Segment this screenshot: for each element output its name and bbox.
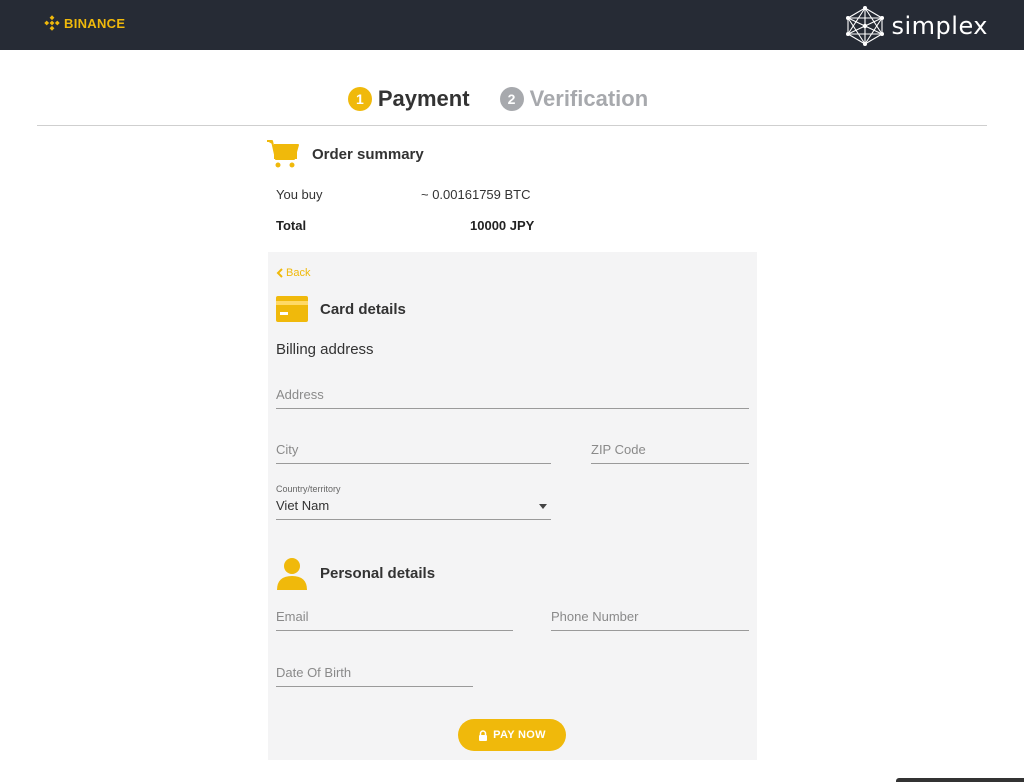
card-icon [276,296,308,322]
step-payment: 1 Payment [347,86,470,112]
phone-number-placeholder: Phone Number [551,609,639,624]
total-value: 10000 JPY [470,218,535,233]
dropdown-arrow-icon [539,504,547,509]
email-field[interactable]: Email [276,601,513,631]
you-buy-value: ~ 0.00161759 BTC [421,187,531,202]
country-label: Country/territory [276,484,341,494]
step-number: 2 [499,87,524,111]
card-details-title: Card details [320,300,406,318]
address-field[interactable]: Address [276,378,749,409]
chevron-left-icon [276,268,283,278]
billing-address-label: Billing address [276,341,374,358]
country-select[interactable]: Country/territory Viet Nam [276,484,551,520]
person-icon [277,558,307,590]
window-edge [896,778,1024,782]
total-label: Total [276,218,307,233]
you-buy-label: You buy [276,187,323,202]
pay-now-label: PAY NOW [493,729,546,741]
personal-details-header: Personal details [276,556,435,590]
payment-form-panel: Back Card details Billing address Addres… [268,252,757,760]
simplex-logo: simplex [844,6,989,46]
order-summary-header: Order summary [266,137,424,171]
step-number: 1 [347,87,372,111]
lock-icon [479,729,488,741]
phone-number-field[interactable]: Phone Number [551,601,749,631]
progress-steps: 1 Payment 2 Verification [0,86,1024,112]
step-label: Verification [529,86,649,111]
email-placeholder: Email [276,609,309,624]
binance-logo-icon [44,15,60,31]
pay-now-button[interactable]: PAY NOW [458,719,566,751]
date-of-birth-placeholder: Date Of Birth [276,665,352,680]
back-label: Back [286,267,311,279]
personal-details-title: Personal details [320,564,436,582]
zip-code-placeholder: ZIP Code [591,442,646,457]
binance-logo-text: BINANCE [64,15,126,31]
country-value: Viet Nam [276,498,330,513]
simplex-network-icon [845,6,884,46]
top-bar: BINANCE simplex [0,0,1024,50]
card-details-header: Card details [276,296,406,322]
address-placeholder: Address [276,387,324,402]
city-placeholder: City [276,442,299,457]
order-summary-title: Order summary [312,145,424,163]
zip-code-field[interactable]: ZIP Code [591,434,749,464]
back-link[interactable]: Back [276,267,310,279]
step-label: Payment [377,86,470,111]
cart-icon [267,140,299,168]
binance-logo[interactable]: BINANCE [44,15,125,31]
date-of-birth-field[interactable]: Date Of Birth [276,656,473,687]
step-verification: 2 Verification [499,86,649,112]
divider [37,125,987,126]
simplex-logo-text: simplex [891,12,988,40]
city-field[interactable]: City [276,434,551,464]
